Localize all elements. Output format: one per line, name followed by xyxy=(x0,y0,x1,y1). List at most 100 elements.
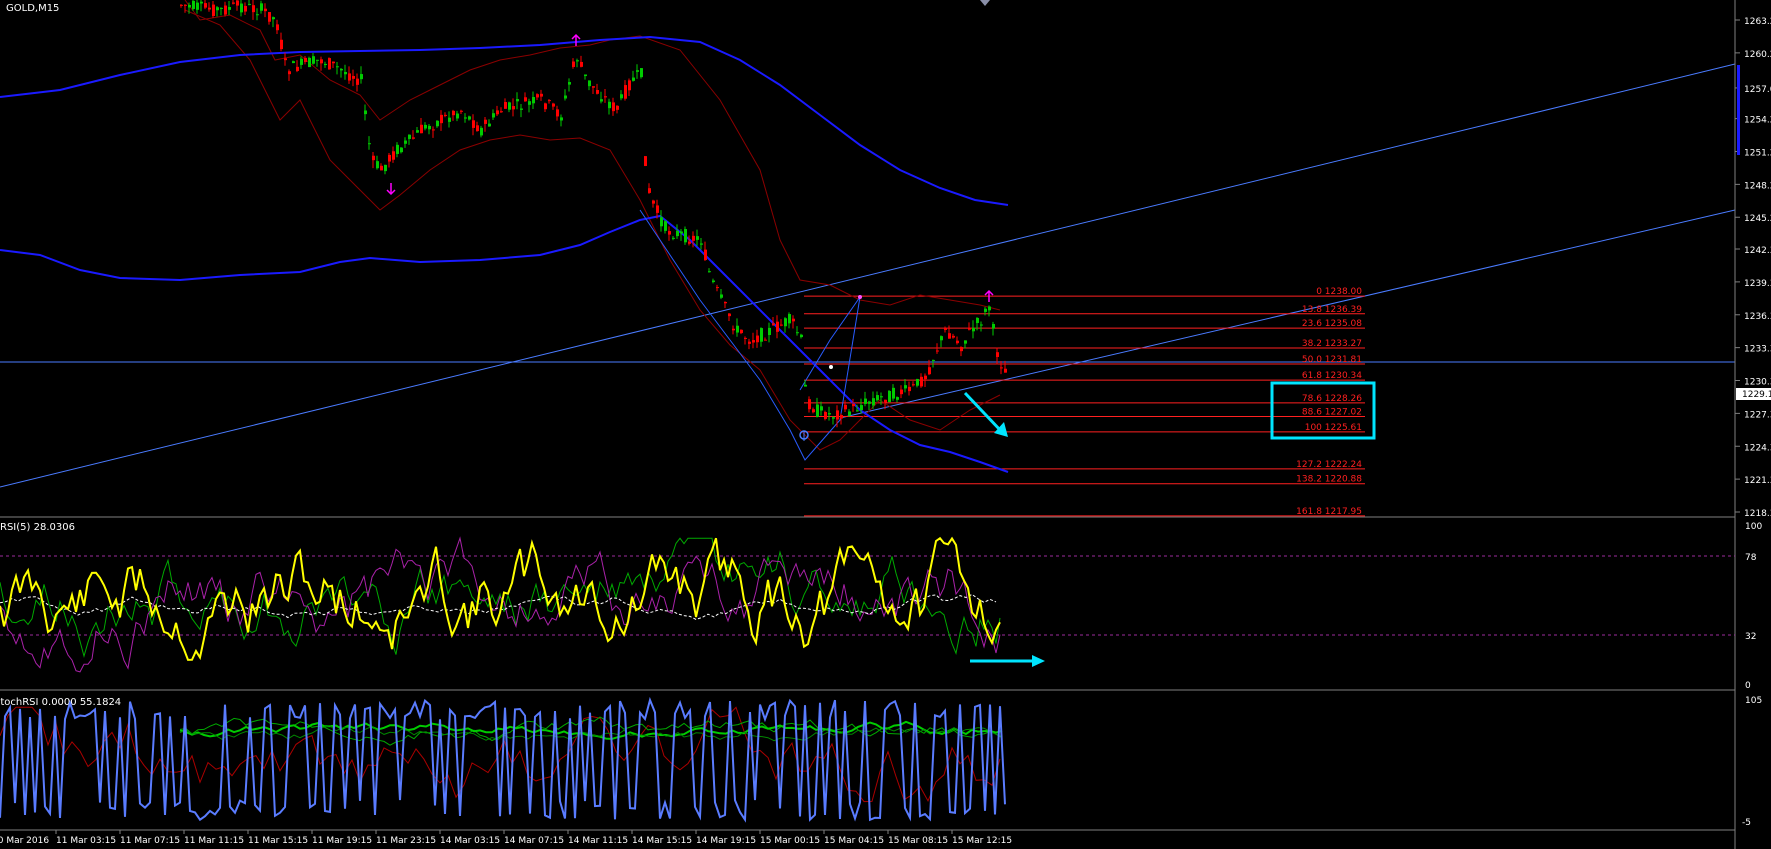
fib-level-label: 88.6 1227.02 xyxy=(1302,407,1362,417)
candle-body xyxy=(936,350,939,352)
price-tick-label: 1257.0 xyxy=(1744,85,1771,95)
candle-body xyxy=(960,347,963,352)
candle-body xyxy=(768,327,771,336)
candle-body xyxy=(184,4,187,6)
candle-body xyxy=(448,117,451,122)
time-tick-label: 10 Mar 2016 xyxy=(0,836,49,846)
candle-body xyxy=(708,271,711,273)
candle-body xyxy=(380,165,383,171)
fib-level-label: 0 1238.00 xyxy=(1316,287,1362,297)
candle-body xyxy=(440,114,443,124)
time-tick-label: 15 Mar 04:15 xyxy=(824,836,884,846)
candle-body xyxy=(208,7,211,10)
candle-body xyxy=(612,102,615,112)
candle-body xyxy=(484,119,487,124)
candle-body xyxy=(384,164,387,172)
candle-body xyxy=(776,321,779,332)
time-tick-label: 11 Mar 19:15 xyxy=(312,836,372,846)
candle-body xyxy=(620,94,623,99)
candle-body xyxy=(688,241,691,244)
candle-body xyxy=(920,376,923,387)
candle-body xyxy=(892,387,895,399)
candle-body xyxy=(520,108,523,110)
candle-body xyxy=(808,399,811,410)
candle-body xyxy=(392,151,395,160)
candle-body xyxy=(296,66,299,71)
rsi-scale-100: 100 xyxy=(1745,522,1762,532)
candle-body xyxy=(628,80,631,91)
candle-body xyxy=(464,117,467,119)
candle-body xyxy=(496,110,499,115)
candle-body xyxy=(724,301,727,304)
candle-body xyxy=(232,2,235,4)
fib-level-label: 127.2 1222.24 xyxy=(1296,460,1362,470)
time-tick-label: 14 Mar 07:15 xyxy=(504,836,564,846)
candle-body xyxy=(404,140,407,144)
candle-body xyxy=(532,97,535,104)
time-tick-label: 15 Mar 08:15 xyxy=(888,836,948,846)
candle-body xyxy=(784,318,787,327)
candle-body xyxy=(780,324,783,326)
price-tick-label: 1227.3 xyxy=(1744,410,1771,420)
candle-body xyxy=(344,71,347,75)
candle-body xyxy=(300,58,303,65)
candle-body xyxy=(604,96,607,98)
stoch-scale-105: 105 xyxy=(1745,696,1762,706)
candle-body xyxy=(588,80,591,87)
candle-body xyxy=(288,71,291,75)
zigzag-point xyxy=(858,295,862,299)
candle-body xyxy=(928,367,931,375)
candle-body xyxy=(760,328,763,342)
candle-body xyxy=(240,3,243,13)
rsi-scale-78: 78 xyxy=(1745,553,1757,563)
candle-body xyxy=(564,95,567,99)
candle-body xyxy=(940,336,943,341)
symbol-title: GOLD,M15 xyxy=(6,3,59,14)
candle-body xyxy=(816,404,819,417)
candle-body xyxy=(452,110,455,116)
price-tick-label: 1218.3 xyxy=(1744,509,1771,519)
candle-body xyxy=(368,143,371,145)
candle-body xyxy=(872,398,875,406)
candle-body xyxy=(756,335,759,343)
candle-body xyxy=(648,188,651,193)
time-tick-label: 14 Mar 19:15 xyxy=(696,836,756,846)
candle-body xyxy=(864,398,867,404)
candle-body xyxy=(572,61,575,67)
fib-level-label: 100 1225.61 xyxy=(1305,423,1362,433)
time-tick-label: 14 Mar 11:15 xyxy=(568,836,628,846)
candle-body xyxy=(192,0,195,10)
candle-body xyxy=(276,24,279,31)
candle-body xyxy=(584,74,587,77)
price-tick-label: 1263.2 xyxy=(1744,17,1771,27)
candle-body xyxy=(700,243,703,245)
price-tick-label: 1248.2 xyxy=(1744,181,1771,191)
candle-body xyxy=(772,323,775,325)
candle-body xyxy=(684,229,687,243)
fib-level-label: 138.2 1220.88 xyxy=(1296,475,1362,485)
candle-body xyxy=(824,412,827,419)
candle-body xyxy=(408,134,411,139)
candle-body xyxy=(976,317,979,324)
candle-body xyxy=(540,93,543,97)
candle-body xyxy=(744,337,747,339)
stoch-scale-minus5: -5 xyxy=(1742,818,1751,828)
candle-body xyxy=(340,68,343,71)
time-tick-label: 11 Mar 03:15 xyxy=(56,836,116,846)
candle-body xyxy=(480,127,483,136)
candle-body xyxy=(324,63,327,66)
candle-body xyxy=(964,340,967,344)
candle-body xyxy=(272,17,275,20)
candle-body xyxy=(800,334,803,338)
candle-body xyxy=(352,75,355,79)
candle-body xyxy=(992,323,995,329)
candle-body xyxy=(896,397,899,400)
candle-body xyxy=(504,102,507,109)
candle-body xyxy=(664,221,667,231)
candle-body xyxy=(516,99,519,102)
candle-body xyxy=(980,324,983,326)
candle-body xyxy=(356,78,359,85)
mt4-chart[interactable]: GOLD,M15 0 1238.00 13.8 1236.39 23.6 1235.… xyxy=(0,0,1771,849)
candle-body xyxy=(332,61,335,64)
candle-body xyxy=(244,5,247,12)
